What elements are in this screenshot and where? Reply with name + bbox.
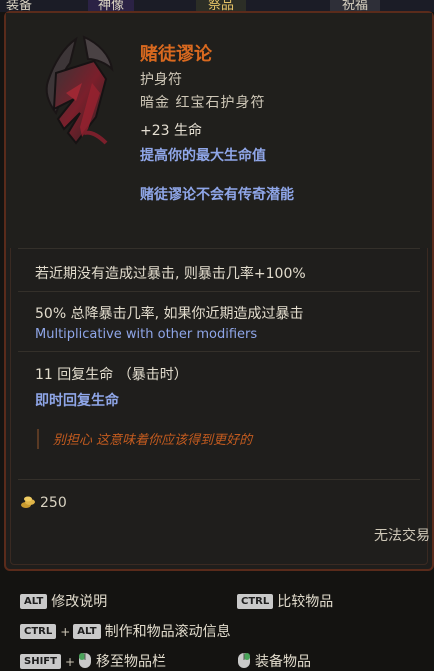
item-type: 护身符 [140,72,182,88]
mouse-icon [238,653,250,668]
mouse-icon [79,653,92,668]
hint-label: 装备物品 [255,654,311,670]
hint-equip-item: 装备物品 [237,651,311,671]
divider [18,351,420,352]
amulet-item-icon [45,35,114,145]
hint-modify-description: ALT 修改说明 [20,591,107,611]
item-tooltip: 赌徒谬论 护身符 暗金 红宝石护身符 +23 生命 提高你的最大生命值 赌徒谬论… [4,11,434,571]
item-header: 赌徒谬论 护身符 暗金 红宝石护身符 +23 生命 提高你的最大生命值 赌徒谬论… [6,13,432,248]
trade-status: 无法交易 [374,528,430,544]
hint-label: 制作和物品滚动信息 [104,624,231,640]
hint-compare-items: CTRL 比较物品 [237,591,333,611]
item-base: 暗金 红宝石护身符 [140,95,266,111]
hint-move-to-inventory: SHIFT + 移至物品栏 [20,651,166,671]
divider [18,479,420,480]
item-name: 赌徒谬论 [140,44,212,65]
ctrl-key-icon: CTRL [20,624,57,639]
plus-sign: + [60,625,71,639]
flavor-text: 别担心 这意味着你应该得到更好的 [37,429,252,449]
legendary-potential-note: 赌徒谬论不会有传奇潜能 [140,187,294,203]
alt-key-icon: ALT [20,594,48,609]
implicit-description: 提高你的最大生命值 [140,148,266,164]
divider [18,291,420,292]
hint-label: 修改说明 [51,594,108,610]
shift-key-icon: SHIFT [20,654,61,669]
hint-craft-scroll: CTRL + ALT 制作和物品滚动信息 [20,621,231,641]
divider [18,248,420,249]
gold-coin-icon [21,496,35,508]
affix-line: 11 回复生命 （暴击时） [35,367,188,383]
alt-key-icon: ALT [73,624,101,639]
affix-note: 即时回复生命 [35,393,119,409]
keybind-hints: ALT 修改说明 CTRL 比较物品 CTRL + ALT 制作和物品滚动信息 SHIFT… [0,578,434,670]
hint-label: 移至物品栏 [96,654,167,670]
ctrl-key-icon: CTRL [237,594,274,609]
hint-label: 比较物品 [277,594,334,610]
price-value: 250 [40,495,67,511]
affix-line: 若近期没有造成过暴击, 则暴击几率+100% [35,266,306,282]
item-price: 250 [20,495,67,511]
affix-line: 50% 总降暴击几率, 如果你近期造成过暴击 [35,306,304,322]
affix-note: Multiplicative with other modifiers [35,327,258,342]
plus-sign: + [64,655,76,669]
implicit-stat: +23 生命 [140,123,202,139]
